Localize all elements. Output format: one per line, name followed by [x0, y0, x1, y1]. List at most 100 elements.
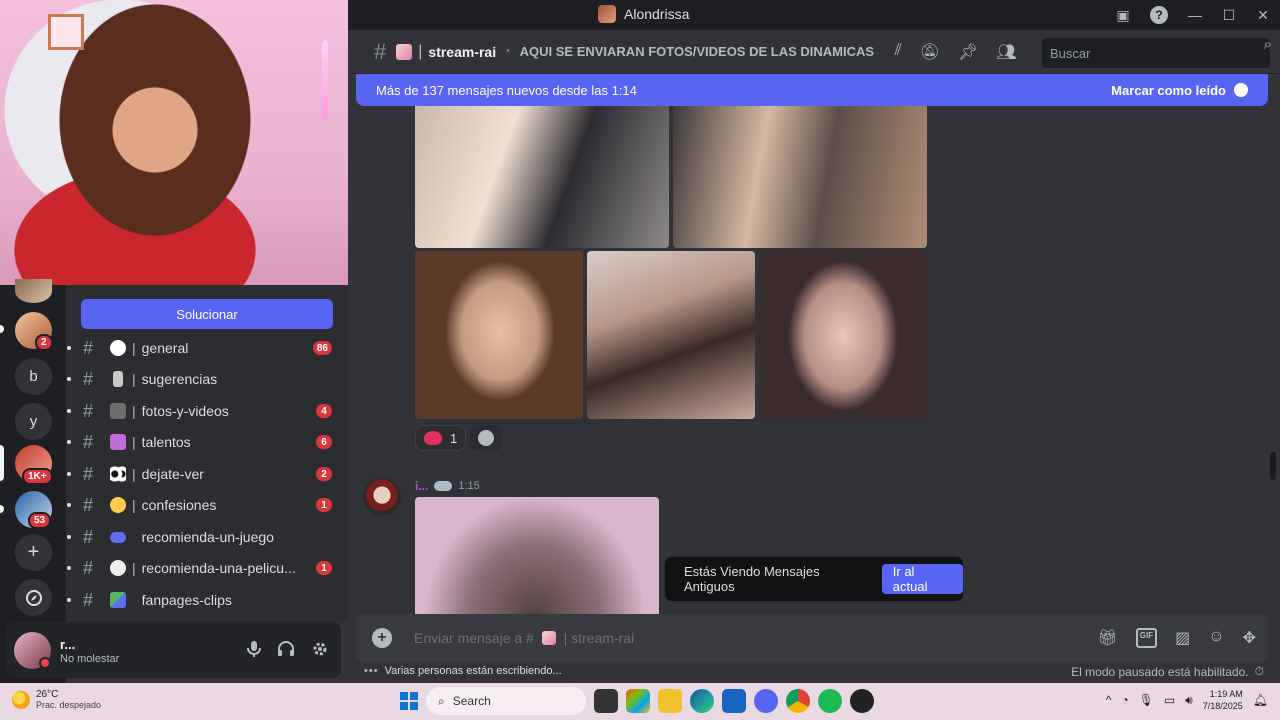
network-icon[interactable]: ◔	[1121, 693, 1128, 707]
new-messages-bar[interactable]: Más de 137 mensajes nuevos desde las 1:1…	[356, 74, 1268, 106]
webcam-overlay	[0, 0, 348, 285]
notifications-muted-icon[interactable]: 🔕︎	[920, 42, 940, 62]
upload-plus-icon[interactable]: +	[372, 628, 392, 648]
unread-indicator	[0, 325, 4, 333]
volume-icon[interactable]: 🔊︎	[1185, 693, 1193, 708]
server-icon-y[interactable]: y	[15, 403, 52, 440]
store-icon[interactable]	[626, 689, 650, 713]
gif-icon[interactable]: GIF	[1135, 628, 1158, 648]
window-title-group: Alondrissa	[598, 5, 689, 23]
scrollbar-thumb[interactable]	[1270, 452, 1276, 480]
close-button[interactable]: ✕	[1246, 0, 1280, 30]
channel-item-fanpages-clips[interactable]: # | fanpages-clips	[66, 587, 348, 613]
microphone-icon[interactable]	[247, 640, 261, 663]
mark-as-read-button[interactable]: Marcar como leído	[1111, 83, 1248, 98]
pinned-messages-icon[interactable]: 📌︎	[958, 42, 978, 62]
performer-emoji-icon	[110, 434, 126, 450]
notifications-icon[interactable]: 🔔︎	[1253, 693, 1268, 707]
led-light	[322, 40, 328, 120]
fix-button[interactable]: Solucionar	[81, 299, 333, 329]
hash-icon: #	[83, 494, 94, 515]
server-badge: 1K+	[22, 468, 53, 485]
avatar[interactable]	[363, 478, 401, 516]
header-toolbar: ⫽ 🔕︎ 📌︎ 👥︎	[895, 42, 1017, 62]
threads-icon[interactable]: ⫽	[895, 42, 902, 62]
member-list-icon[interactable]: 👥︎	[996, 42, 1016, 62]
image-attachment[interactable]	[415, 497, 659, 614]
search-input[interactable]: Buscar	[1042, 38, 1270, 68]
windows-taskbar: 26°C Prac. despejado ⌕ Search ^ ◔ 🎙︎ ▭ 🔊…	[0, 683, 1280, 720]
message-input[interactable]: Enviar mensaje a # | stream-rai	[414, 630, 634, 646]
discord-icon[interactable]	[754, 689, 778, 713]
gift-icon[interactable]: 🎁︎	[1097, 628, 1117, 648]
image-attachment[interactable]	[673, 106, 927, 248]
edge-icon[interactable]	[690, 689, 714, 713]
bookmark-emoji-icon	[110, 592, 126, 608]
windows-start-icon[interactable]	[400, 692, 418, 710]
monitor-icon[interactable]: ▭	[1164, 693, 1175, 707]
channel-item-fotos-y-videos[interactable]: # | fotos-y-videos 4	[66, 398, 348, 424]
channel-name: confesiones	[141, 497, 217, 513]
add-reaction-button[interactable]	[470, 425, 503, 451]
image-attachment[interactable]	[415, 106, 669, 248]
inbox-icon[interactable]: ▣	[1106, 0, 1140, 30]
maximize-button[interactable]: ☐	[1212, 0, 1246, 30]
channel-badge: 2	[316, 467, 332, 481]
channel-item-dejate-ver[interactable]: # | dejate-ver 2	[66, 461, 348, 487]
task-view-icon[interactable]	[594, 689, 618, 713]
unread-dot	[67, 377, 71, 381]
channel-topic[interactable]: AQUI SE ENVIARAN FOTOS/VIDEOS DE LAS DIN…	[520, 44, 875, 59]
sticker-icon[interactable]: ▨	[1175, 628, 1190, 648]
user-status: No molestar	[60, 653, 120, 665]
apps-icon[interactable]: ✥	[1243, 628, 1256, 648]
image-attachment[interactable]	[587, 251, 755, 419]
emoji-icon[interactable]: ☺	[1208, 628, 1224, 648]
channel-name: fotos-y-videos	[141, 403, 229, 419]
username[interactable]: r...	[60, 637, 75, 652]
author-name[interactable]: i...	[415, 479, 428, 493]
help-icon[interactable]: ?	[1150, 6, 1168, 24]
search-icon: ⌕	[438, 693, 445, 708]
channel-item-recomienda-una-pelicula[interactable]: # | recomienda-una-pelicu... 1	[66, 555, 348, 581]
obs-icon[interactable]	[850, 689, 874, 713]
wall-frame	[48, 14, 84, 50]
image-attachment[interactable]	[415, 251, 583, 419]
clock[interactable]: 1:19 AM 7/18/2025	[1203, 688, 1243, 712]
hash-icon: #	[374, 38, 387, 64]
channel-item-general[interactable]: # | general 86	[66, 335, 348, 361]
channel-badge: 1	[316, 561, 332, 575]
add-server-icon[interactable]: +	[15, 534, 52, 571]
server-icon-b[interactable]: b	[15, 358, 52, 395]
reaction-heart[interactable]: 1	[415, 425, 467, 451]
channel-item-sugerencias[interactable]: # | sugerencias	[66, 366, 348, 392]
search-icon[interactable]: ⌕	[1264, 36, 1272, 53]
taskbar-search[interactable]: ⌕ Search	[426, 687, 586, 715]
window-controls: ▣ ? — ☐ ✕	[1106, 0, 1280, 30]
settings-gear-icon[interactable]	[311, 640, 329, 663]
channel-item-recomienda-un-juego[interactable]: # | recomienda-un-juego	[66, 524, 348, 550]
reactions: 1	[415, 425, 503, 451]
compass-icon[interactable]	[15, 579, 52, 616]
chevron-up-icon[interactable]: ^	[1106, 693, 1112, 707]
unread-dot	[67, 503, 71, 507]
smile-icon	[478, 430, 495, 446]
minimize-button[interactable]: —	[1178, 0, 1212, 30]
timer-icon: ⏱	[1254, 664, 1264, 678]
channel-item-talentos[interactable]: # | talentos 6	[66, 429, 348, 455]
grimace-emoji-icon	[110, 497, 126, 513]
microphone-icon[interactable]: 🎙︎	[1139, 693, 1154, 707]
channel-item-confesiones[interactable]: # | confesiones 1	[66, 492, 348, 518]
unread-dot	[67, 598, 71, 602]
file-explorer-icon[interactable]	[658, 689, 682, 713]
headphones-icon[interactable]	[277, 640, 295, 663]
chrome-icon[interactable]	[786, 689, 810, 713]
calendar-icon[interactable]	[722, 689, 746, 713]
channel-name: recomienda-una-pelicu...	[141, 560, 296, 576]
weather-widget[interactable]: 26°C Prac. despejado	[12, 689, 101, 710]
image-attachment[interactable]	[759, 251, 927, 419]
jump-to-present-button[interactable]: Ir al actual	[881, 564, 963, 594]
spotify-icon[interactable]	[818, 689, 842, 713]
message-composer[interactable]: + Enviar mensaje a # | stream-rai 🎁︎ GIF…	[356, 614, 1268, 662]
heart-icon	[424, 431, 442, 445]
server-icon-partial[interactable]	[15, 279, 52, 303]
